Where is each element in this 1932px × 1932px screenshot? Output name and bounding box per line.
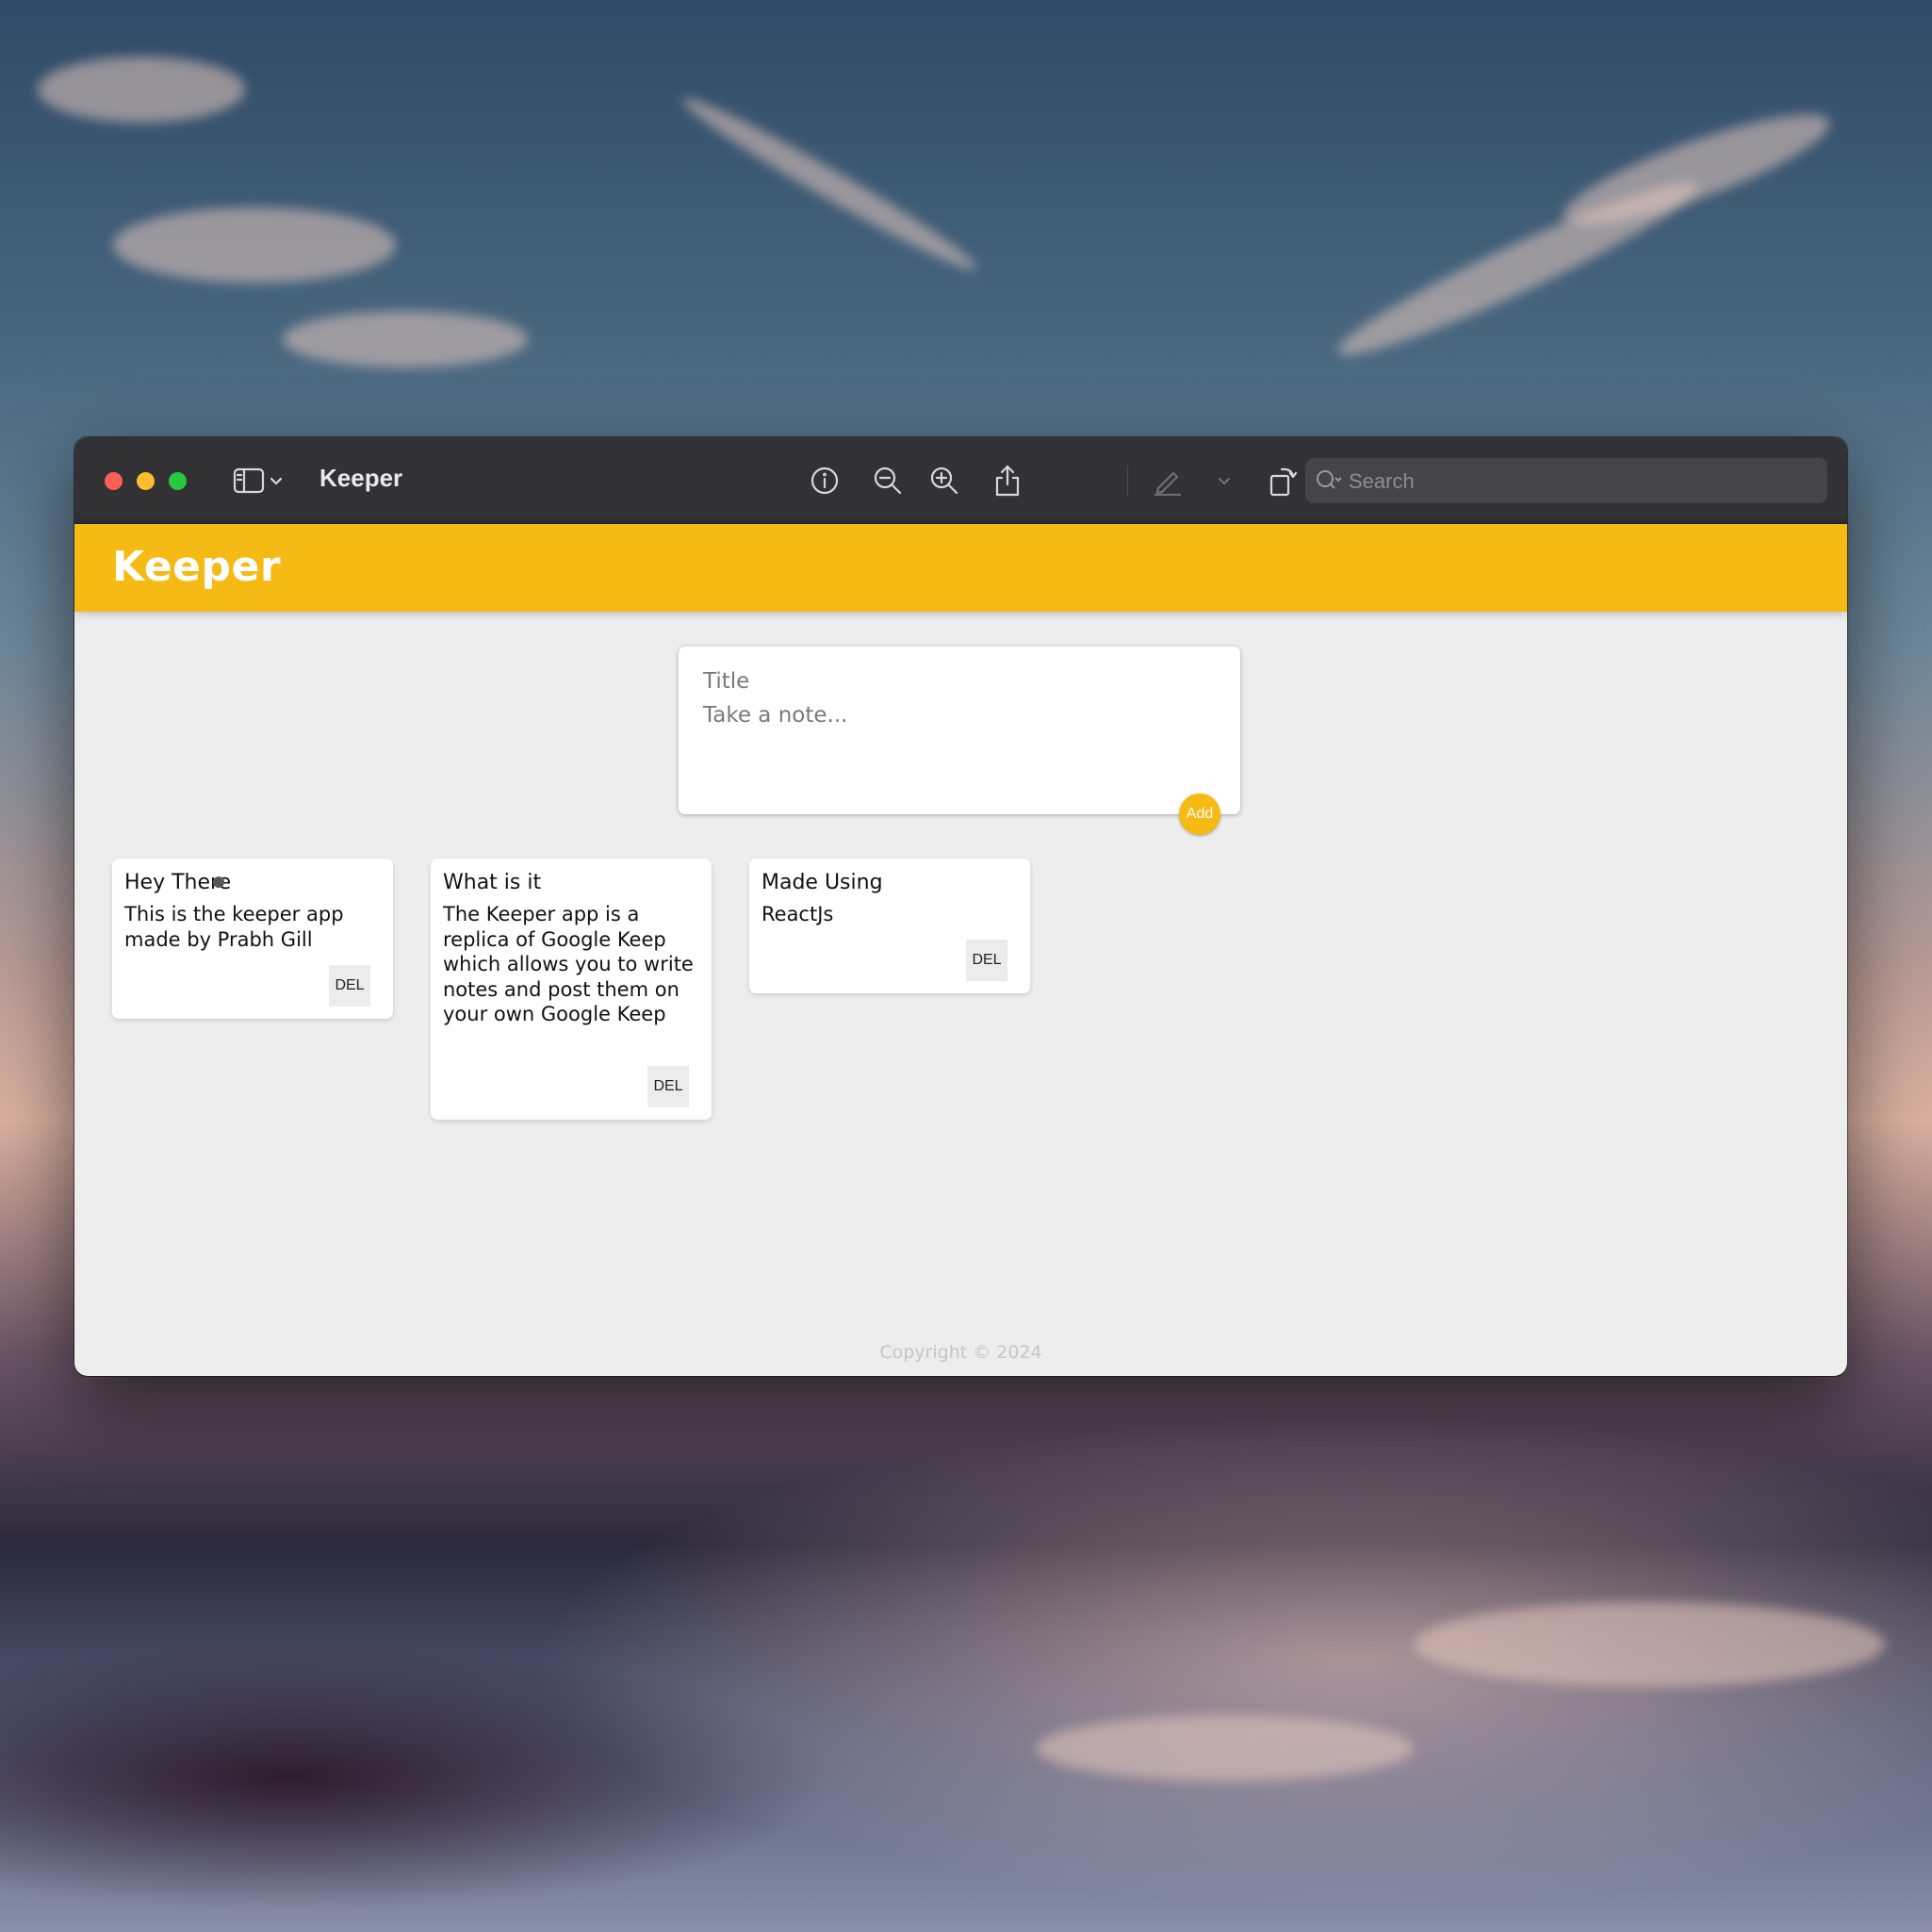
toolbar-separator <box>1127 466 1128 496</box>
sidebar-icon[interactable] <box>230 462 268 499</box>
note-title: Hey There <box>124 871 232 894</box>
fullscreen-window-button[interactable] <box>169 472 187 490</box>
create-note-form <box>679 647 1240 814</box>
mouse-cursor <box>213 876 224 888</box>
note-content: The Keeper app is a replica of Google Ke… <box>443 903 700 1025</box>
close-window-button[interactable] <box>105 472 123 490</box>
add-note-button[interactable]: Add <box>1179 794 1220 835</box>
zoom-out-icon[interactable] <box>869 462 907 499</box>
note-title: What is it <box>443 871 542 894</box>
app-title: Keeper <box>112 543 282 591</box>
delete-note-button[interactable]: DEL <box>329 965 370 1007</box>
delete-note-button[interactable]: DEL <box>966 940 1007 981</box>
note-title: Made Using <box>761 871 883 894</box>
note-card: What is it The Keeper app is a replica o… <box>431 859 712 1120</box>
markup-pen-icon[interactable] <box>1149 462 1187 499</box>
zoom-in-icon[interactable] <box>925 462 963 499</box>
preview-window: Keeper Search Keeper Title Take a note..… <box>74 437 1847 1376</box>
search-field[interactable] <box>1305 458 1827 505</box>
window-title: Keeper <box>319 464 403 492</box>
info-icon[interactable] <box>806 462 843 499</box>
app-header: Keeper <box>74 524 1847 612</box>
rotate-icon[interactable] <box>1265 462 1302 499</box>
share-icon[interactable] <box>989 462 1026 499</box>
note-content: ReactJs <box>761 903 834 925</box>
chevron-down-icon[interactable] <box>263 462 289 499</box>
note-title-input[interactable] <box>701 662 1214 701</box>
note-card: Hey There This is the keeper app made by… <box>112 859 393 1019</box>
search-icon <box>1315 467 1345 499</box>
delete-note-button[interactable]: DEL <box>647 1066 689 1107</box>
note-content: This is the keeper app made by Prabh Gil… <box>124 903 351 951</box>
footer-copyright: Copyright © 2024 <box>879 1342 1042 1363</box>
window-titlebar: Keeper <box>74 437 1847 524</box>
minimize-window-button[interactable] <box>137 472 155 490</box>
chevron-down-icon[interactable] <box>1211 462 1237 499</box>
note-content-input[interactable] <box>701 701 1214 790</box>
search-input[interactable] <box>1347 458 1822 505</box>
note-card: Made Using ReactJs DEL <box>749 859 1030 993</box>
